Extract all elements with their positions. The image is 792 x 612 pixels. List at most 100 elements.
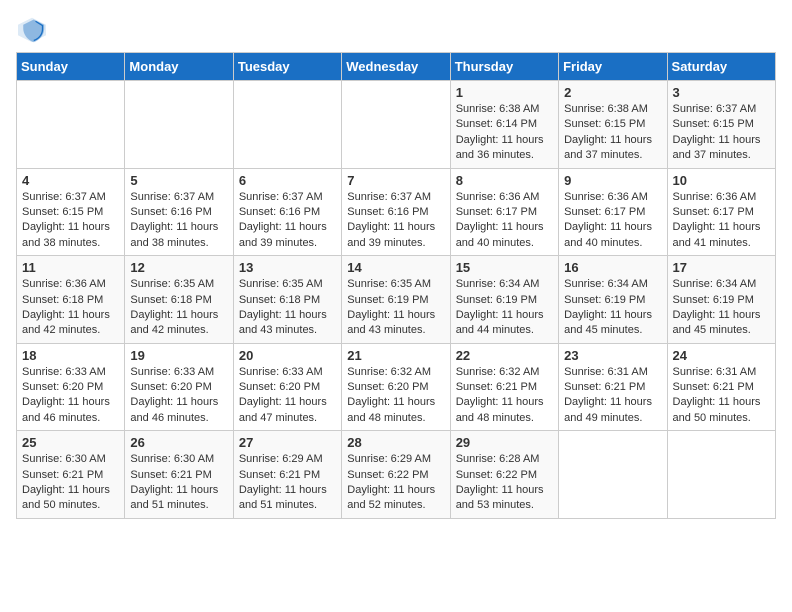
calendar-cell: 8 Sunrise: 6:36 AM Sunset: 6:17 PM Daylig…: [450, 168, 558, 256]
calendar-cell: 13 Sunrise: 6:35 AM Sunset: 6:18 PM Dayli…: [233, 256, 341, 344]
calendar-cell: 26 Sunrise: 6:30 AM Sunset: 6:21 PM Dayli…: [125, 431, 233, 519]
calendar-table: SundayMondayTuesdayWednesdayThursdayFrid…: [16, 52, 776, 519]
calendar-cell: 27Sunrise: 6:29 AM Sunset: 6:21 PM Dayli…: [233, 431, 341, 519]
day-number: 28: [347, 435, 444, 450]
calendar-body: 1 Sunrise: 6:38 AM Sunset: 6:14 PM Daylig…: [17, 81, 776, 519]
day-number: 13: [239, 260, 336, 275]
day-info: Sunrise: 6:37 AM Sunset: 6:16 PM Dayligh…: [239, 190, 336, 252]
calendar-cell: 24 Sunrise: 6:31 AM Sunset: 6:21 PM Dayli…: [667, 343, 775, 431]
day-info: Sunrise: 6:36 AM Sunset: 6:17 PM Dayligh…: [564, 190, 661, 252]
day-info: Sunrise: 6:38 AM Sunset: 6:15 PM Dayligh…: [564, 102, 661, 164]
calendar-cell: 19 Sunrise: 6:33 AM Sunset: 6:20 PM Dayli…: [125, 343, 233, 431]
calendar-cell: 12 Sunrise: 6:35 AM Sunset: 6:18 PM Dayli…: [125, 256, 233, 344]
calendar-cell: 21 Sunrise: 6:32 AM Sunset: 6:20 PM Dayli…: [342, 343, 450, 431]
day-number: 5: [130, 173, 227, 188]
calendar-cell: 25Sunrise: 6:30 AM Sunset: 6:21 PM Dayli…: [17, 431, 125, 519]
calendar-cell: 10Sunrise: 6:36 AM Sunset: 6:17 PM Dayli…: [667, 168, 775, 256]
day-number: 6: [239, 173, 336, 188]
day-number: 23: [564, 348, 661, 363]
day-info: Sunrise: 6:34 AM Sunset: 6:19 PM Dayligh…: [456, 277, 553, 339]
calendar-cell: 23 Sunrise: 6:31 AM Sunset: 6:21 PM Dayli…: [559, 343, 667, 431]
calendar-cell: 1 Sunrise: 6:38 AM Sunset: 6:14 PM Daylig…: [450, 81, 558, 169]
day-number: 12: [130, 260, 227, 275]
calendar-cell: [125, 81, 233, 169]
day-info: Sunrise: 6:30 AM Sunset: 6:21 PM Dayligh…: [130, 452, 227, 514]
day-number: 27: [239, 435, 336, 450]
day-info: Sunrise: 6:35 AM Sunset: 6:19 PM Dayligh…: [347, 277, 444, 339]
page-header: [16, 16, 776, 44]
day-number: 24: [673, 348, 770, 363]
day-info: Sunrise: 6:37 AM Sunset: 6:16 PM Dayligh…: [347, 190, 444, 252]
day-number: 2: [564, 85, 661, 100]
day-number: 22: [456, 348, 553, 363]
day-number: 9: [564, 173, 661, 188]
day-header-tuesday: Tuesday: [233, 53, 341, 81]
logo: [16, 16, 52, 44]
day-number: 15: [456, 260, 553, 275]
day-number: 20: [239, 348, 336, 363]
day-info: Sunrise: 6:35 AM Sunset: 6:18 PM Dayligh…: [130, 277, 227, 339]
calendar-header: SundayMondayTuesdayWednesdayThursdayFrid…: [17, 53, 776, 81]
calendar-cell: 7 Sunrise: 6:37 AM Sunset: 6:16 PM Daylig…: [342, 168, 450, 256]
day-info: Sunrise: 6:36 AM Sunset: 6:17 PM Dayligh…: [456, 190, 553, 252]
calendar-cell: 11Sunrise: 6:36 AM Sunset: 6:18 PM Dayli…: [17, 256, 125, 344]
day-number: 16: [564, 260, 661, 275]
day-info: Sunrise: 6:34 AM Sunset: 6:19 PM Dayligh…: [564, 277, 661, 339]
day-info: Sunrise: 6:35 AM Sunset: 6:18 PM Dayligh…: [239, 277, 336, 339]
calendar-cell: 15 Sunrise: 6:34 AM Sunset: 6:19 PM Dayli…: [450, 256, 558, 344]
day-header-thursday: Thursday: [450, 53, 558, 81]
day-header-monday: Monday: [125, 53, 233, 81]
calendar-cell: 14 Sunrise: 6:35 AM Sunset: 6:19 PM Dayli…: [342, 256, 450, 344]
day-number: 8: [456, 173, 553, 188]
day-info: Sunrise: 6:31 AM Sunset: 6:21 PM Dayligh…: [564, 365, 661, 427]
calendar-cell: 20 Sunrise: 6:33 AM Sunset: 6:20 PM Dayli…: [233, 343, 341, 431]
day-info: Sunrise: 6:37 AM Sunset: 6:15 PM Dayligh…: [22, 190, 119, 252]
header-row: SundayMondayTuesdayWednesdayThursdayFrid…: [17, 53, 776, 81]
calendar-cell: 28 Sunrise: 6:29 AM Sunset: 6:22 PM Dayli…: [342, 431, 450, 519]
calendar-cell: 22 Sunrise: 6:32 AM Sunset: 6:21 PM Dayli…: [450, 343, 558, 431]
day-header-saturday: Saturday: [667, 53, 775, 81]
day-info: Sunrise: 6:31 AM Sunset: 6:21 PM Dayligh…: [673, 365, 770, 427]
calendar-cell: [559, 431, 667, 519]
calendar-cell: 5 Sunrise: 6:37 AM Sunset: 6:16 PM Daylig…: [125, 168, 233, 256]
calendar-cell: 3 Sunrise: 6:37 AM Sunset: 6:15 PM Daylig…: [667, 81, 775, 169]
week-row-3: 11Sunrise: 6:36 AM Sunset: 6:18 PM Dayli…: [17, 256, 776, 344]
day-info: Sunrise: 6:37 AM Sunset: 6:15 PM Dayligh…: [673, 102, 770, 164]
day-number: 10: [673, 173, 770, 188]
day-number: 19: [130, 348, 227, 363]
day-number: 1: [456, 85, 553, 100]
calendar-cell: [17, 81, 125, 169]
calendar-cell: 18Sunrise: 6:33 AM Sunset: 6:20 PM Dayli…: [17, 343, 125, 431]
calendar-cell: 6 Sunrise: 6:37 AM Sunset: 6:16 PM Daylig…: [233, 168, 341, 256]
day-info: Sunrise: 6:33 AM Sunset: 6:20 PM Dayligh…: [130, 365, 227, 427]
day-number: 14: [347, 260, 444, 275]
calendar-cell: 4 Sunrise: 6:37 AM Sunset: 6:15 PM Daylig…: [17, 168, 125, 256]
week-row-5: 25 Sunrise: 6:30 AM Sunset: 6:21 PM Dayli…: [17, 431, 776, 519]
day-number: 21: [347, 348, 444, 363]
day-number: 7: [347, 173, 444, 188]
calendar-cell: 2 Sunrise: 6:38 AM Sunset: 6:15 PM Daylig…: [559, 81, 667, 169]
day-number: 3: [673, 85, 770, 100]
calendar-cell: 17Sunrise: 6:34 AM Sunset: 6:19 PM Dayli…: [667, 256, 775, 344]
day-info: Sunrise: 6:32 AM Sunset: 6:21 PM Dayligh…: [456, 365, 553, 427]
calendar-cell: [342, 81, 450, 169]
day-number: 25: [22, 435, 119, 450]
day-number: 11: [22, 260, 119, 275]
calendar-cell: 16 Sunrise: 6:34 AM Sunset: 6:19 PM Dayli…: [559, 256, 667, 344]
day-info: Sunrise: 6:29 AM Sunset: 6:22 PM Dayligh…: [347, 452, 444, 514]
week-row-4: 18Sunrise: 6:33 AM Sunset: 6:20 PM Dayli…: [17, 343, 776, 431]
calendar-cell: 29Sunrise: 6:28 AM Sunset: 6:22 PM Dayli…: [450, 431, 558, 519]
day-number: 26: [130, 435, 227, 450]
logo-icon: [16, 16, 48, 44]
day-number: 4: [22, 173, 119, 188]
calendar-cell: 9 Sunrise: 6:36 AM Sunset: 6:17 PM Daylig…: [559, 168, 667, 256]
day-header-friday: Friday: [559, 53, 667, 81]
day-info: Sunrise: 6:38 AM Sunset: 6:14 PM Dayligh…: [456, 102, 553, 164]
calendar-cell: [667, 431, 775, 519]
day-info: Sunrise: 6:33 AM Sunset: 6:20 PM Dayligh…: [239, 365, 336, 427]
day-number: 17: [673, 260, 770, 275]
day-header-wednesday: Wednesday: [342, 53, 450, 81]
day-info: Sunrise: 6:32 AM Sunset: 6:20 PM Dayligh…: [347, 365, 444, 427]
day-info: Sunrise: 6:37 AM Sunset: 6:16 PM Dayligh…: [130, 190, 227, 252]
calendar-cell: [233, 81, 341, 169]
